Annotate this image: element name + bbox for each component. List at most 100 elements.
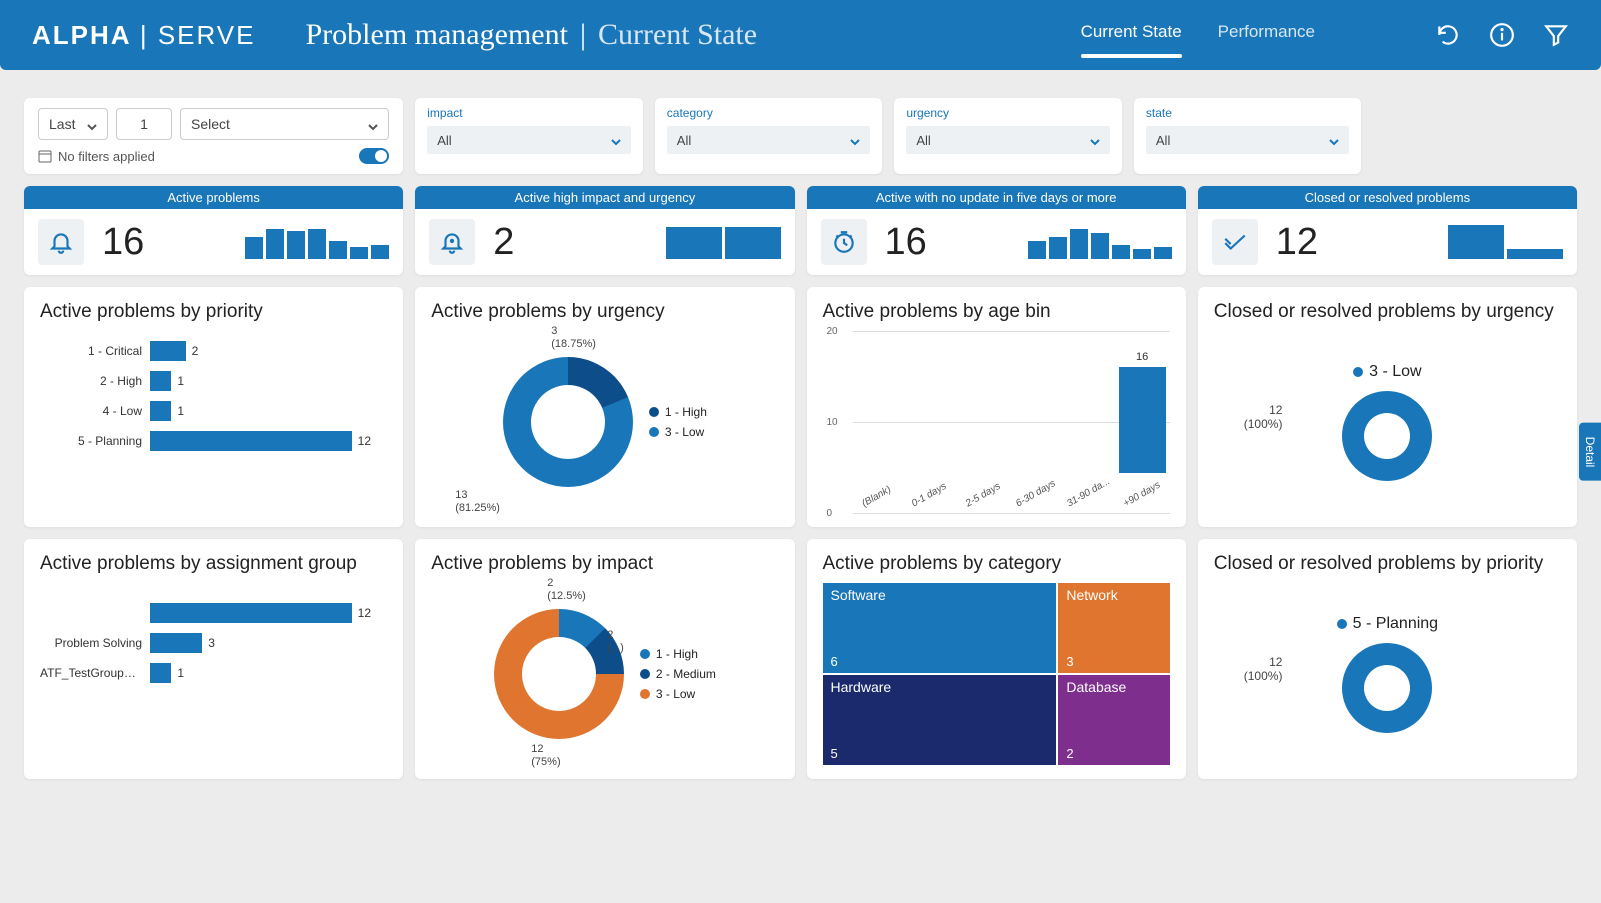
info-icon[interactable] — [1489, 22, 1515, 48]
brand-logo: ALPHA | SERVE — [32, 20, 256, 51]
donut-chart — [1342, 391, 1432, 481]
header-actions — [1435, 22, 1569, 48]
tree-cell-value: 2 — [1066, 746, 1073, 761]
tree-cell-network[interactable]: Network 3 — [1058, 583, 1169, 673]
time-last-label: Last — [49, 116, 75, 132]
slicer-category-select[interactable]: All — [667, 126, 871, 154]
spark-chart — [1028, 225, 1172, 259]
tab-performance[interactable]: Performance — [1218, 22, 1315, 48]
hbar-label: ATF_TestGroup_Serv... — [40, 666, 150, 680]
legend-label: 1 - High — [665, 405, 707, 419]
hbar-row: 5 - Planning 12 — [40, 431, 387, 451]
tree-cell-hardware[interactable]: Hardware 5 — [823, 675, 1057, 765]
panel-row-1: Active problems by priority 1 - Critical… — [24, 287, 1577, 527]
kpi-active-problems[interactable]: Active problems 16 — [24, 186, 403, 275]
slicer-category-value: All — [677, 133, 691, 148]
y-tick: 20 — [827, 326, 838, 337]
slicer-impact-select[interactable]: All — [427, 126, 631, 154]
app-header: ALPHA | SERVE Problem management | Curre… — [0, 0, 1601, 70]
slicer-category: category All — [655, 98, 883, 174]
panel-title: Active problems by assignment group — [40, 553, 387, 575]
callout-low: 12(75%) — [531, 743, 560, 769]
slicer-urgency: urgency All — [894, 98, 1122, 174]
vbar-label: 0-1 days — [910, 481, 949, 510]
tree-cell-software[interactable]: Software 6 — [823, 583, 1057, 673]
callout-high: 2(12.5%) — [547, 577, 586, 603]
panel-impact[interactable]: Active problems by impact 1 - High 2 - M… — [415, 539, 794, 779]
donut-chart — [503, 357, 633, 487]
detail-label: Detail — [1583, 436, 1597, 467]
tree-cell-name: Database — [1066, 679, 1126, 695]
panel-title: Active problems by age bin — [823, 301, 1170, 323]
time-filter-card: Last 1 Select No filters applied — [24, 98, 403, 174]
chevron-down-icon — [611, 135, 621, 145]
kpi-high-impact[interactable]: Active high impact and urgency 2 — [415, 186, 794, 275]
panel-title: Closed or resolved problems by priority — [1214, 553, 1561, 575]
y-tick: 0 — [827, 508, 833, 519]
panel-category[interactable]: Active problems by category Software 6 N… — [807, 539, 1186, 779]
hbar-value: 1 — [177, 666, 184, 680]
hbar-label: 4 - Low — [40, 404, 150, 418]
spark-chart — [245, 225, 389, 259]
legend-label: 3 - Low — [656, 687, 695, 701]
nav-tabs: Current State Performance — [1081, 22, 1315, 48]
tree-cell-name: Network — [1066, 587, 1117, 603]
hbar-value: 1 — [177, 404, 184, 418]
slicer-urgency-label: urgency — [906, 106, 1110, 120]
hbar-value: 12 — [358, 434, 371, 448]
vbar-label: 6-30 days — [1014, 478, 1058, 509]
slicer-state-value: All — [1156, 133, 1170, 148]
donut-chart — [1342, 643, 1432, 733]
chevron-down-icon — [368, 119, 378, 129]
kpi-title: Closed or resolved problems — [1198, 186, 1577, 209]
title-sep: | — [580, 18, 586, 52]
slicer-state: state All — [1134, 98, 1362, 174]
panel-title: Active problems by priority — [40, 301, 387, 323]
panel-title: Active problems by urgency — [431, 301, 778, 323]
time-last-select[interactable]: Last — [38, 108, 108, 140]
panel-priority[interactable]: Active problems by priority 1 - Critical… — [24, 287, 403, 527]
page-title: Problem management | Current State — [306, 18, 758, 52]
panel-title: Active problems by category — [823, 553, 1170, 575]
tree-cell-name: Hardware — [831, 679, 892, 695]
legend-label: 3 - Low — [1369, 363, 1421, 381]
legend-label: 2 - Medium — [656, 667, 716, 681]
tree-cell-value: 5 — [831, 746, 838, 761]
panel-closed-urgency[interactable]: Closed or resolved problems by urgency 3… — [1198, 287, 1577, 527]
tree-cell-database[interactable]: Database 2 — [1058, 675, 1169, 765]
kpi-closed[interactable]: Closed or resolved problems 12 — [1198, 186, 1577, 275]
chevron-down-icon — [850, 135, 860, 145]
panel-closed-priority[interactable]: Closed or resolved problems by priority … — [1198, 539, 1577, 779]
tab-current-state[interactable]: Current State — [1081, 22, 1182, 48]
spark-chart — [1448, 225, 1563, 259]
hbar-value: 3 — [208, 636, 215, 650]
hbar-label: Problem Solving — [40, 636, 150, 650]
time-unit-select[interactable]: Select — [180, 108, 389, 140]
filter-icon[interactable] — [1543, 22, 1569, 48]
panel-assignment-group[interactable]: Active problems by assignment group 12 P… — [24, 539, 403, 779]
clock-icon — [821, 219, 867, 265]
bell-icon — [38, 219, 84, 265]
slicer-category-label: category — [667, 106, 871, 120]
kpi-row: Active problems 16 Active high impact an… — [24, 186, 1577, 275]
refresh-icon[interactable] — [1435, 22, 1461, 48]
kpi-no-update[interactable]: Active with no update in five days or mo… — [807, 186, 1186, 275]
detail-side-tab[interactable]: Detail — [1579, 422, 1601, 481]
hbar-label: 1 - Critical — [40, 344, 150, 358]
slicer-urgency-select[interactable]: All — [906, 126, 1110, 154]
y-tick: 10 — [827, 417, 838, 428]
tree-cell-value: 6 — [831, 654, 838, 669]
slicer-impact: impact All — [415, 98, 643, 174]
panel-age-bin[interactable]: Active problems by age bin 20 10 0 (Blan… — [807, 287, 1186, 527]
slicer-state-select[interactable]: All — [1146, 126, 1350, 154]
kpi-value: 2 — [493, 221, 514, 264]
chart-legend: 1 - High 3 - Low — [649, 405, 707, 439]
hbar-label: 5 - Planning — [40, 434, 150, 448]
title-main: Problem management — [306, 18, 568, 52]
spark-chart — [666, 225, 781, 259]
panel-urgency[interactable]: Active problems by urgency 1 - High 3 - … — [415, 287, 794, 527]
slicer-state-label: state — [1146, 106, 1350, 120]
vbar-label: 2-5 days — [963, 481, 1002, 510]
time-qty-input[interactable]: 1 — [116, 108, 172, 140]
relative-toggle[interactable] — [359, 148, 389, 164]
